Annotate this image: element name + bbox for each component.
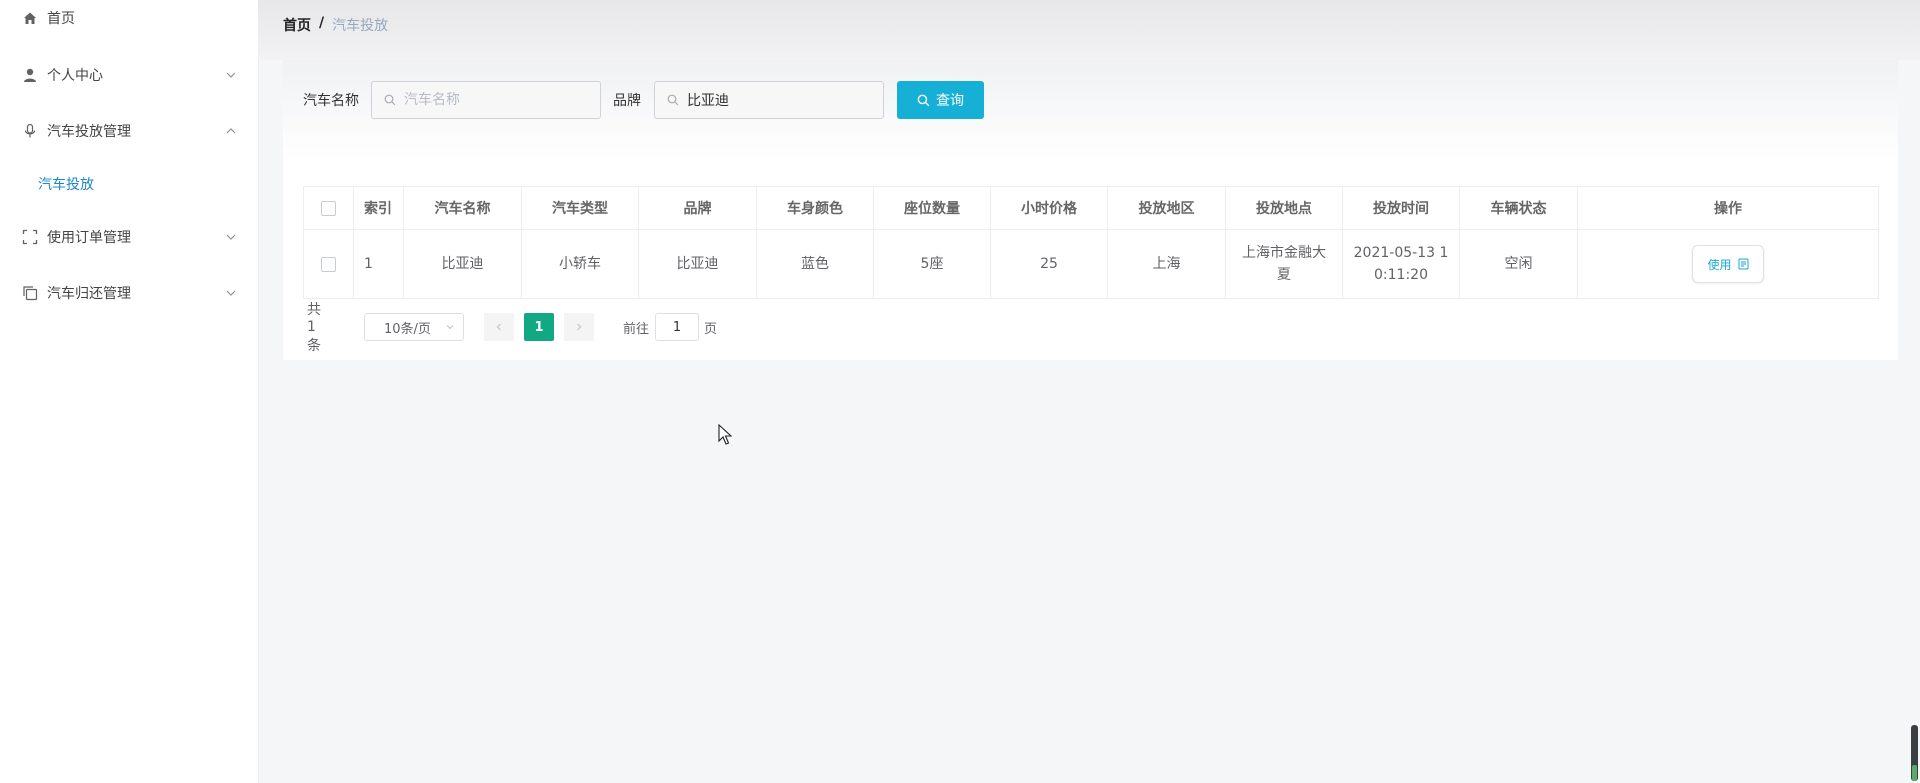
cell-time: 2021-05-13 10:11:20 (1342, 229, 1460, 299)
mouse-cursor-icon (718, 424, 732, 445)
column-header: 小时价格 (990, 186, 1108, 230)
chevron-down-icon (226, 234, 236, 240)
sidebar-subitem-car-release[interactable]: 汽车投放 (38, 174, 94, 194)
column-header: 汽车名称 (403, 186, 522, 230)
document-icon (1738, 258, 1748, 270)
sidebar: 首页 个人中心 汽车投放管理 汽车投放 使用订单管理 汽车归还管理 (0, 0, 259, 783)
cell-color: 蓝色 (756, 229, 874, 299)
use-button-label: 使用 (1707, 257, 1732, 272)
breadcrumb-separator: / (319, 15, 325, 31)
home-icon (22, 10, 38, 26)
page-size-value: 10条/页 (384, 321, 431, 337)
car-release-table: 索引 汽车名称 汽车类型 品牌 车身颜色 座位数量 小时价格 投放地区 投放地点… (303, 186, 1879, 299)
sidebar-item-label: 使用订单管理 (47, 230, 131, 246)
page-suffix-label: 页 (704, 322, 718, 337)
sidebar-item-order-management[interactable]: 使用订单管理 (0, 217, 258, 257)
chevron-down-icon (446, 325, 454, 330)
cell-region: 上海 (1107, 229, 1226, 299)
brand-label: 品牌 (613, 93, 641, 109)
chevron-up-icon (226, 128, 236, 134)
column-header: 车身颜色 (756, 186, 874, 230)
sidebar-item-label: 个人中心 (47, 68, 103, 84)
prev-page-button[interactable] (484, 313, 514, 341)
column-header: 汽车类型 (521, 186, 639, 230)
column-header: 座位数量 (873, 186, 991, 230)
microphone-icon (22, 123, 38, 139)
sidebar-item-label: 汽车归还管理 (47, 286, 131, 302)
cell-car-name: 比亚迪 (403, 229, 522, 299)
use-button[interactable]: 使用 (1692, 245, 1764, 283)
sidebar-item-car-release-management[interactable]: 汽车投放管理 (0, 111, 258, 151)
goto-page-input[interactable] (655, 313, 699, 341)
pagination-total: 共 1 条 (307, 302, 321, 354)
next-page-button[interactable] (564, 313, 594, 341)
table-row: 1 比亚迪 小轿车 比亚迪 蓝色 5座 25 上海 上海市金融大夏 2021-0… (303, 229, 1879, 299)
column-header: 投放时间 (1342, 186, 1460, 230)
table-header-row: 索引 汽车名称 汽车类型 品牌 车身颜色 座位数量 小时价格 投放地区 投放地点… (303, 186, 1879, 230)
cell-actions: 使用 (1577, 229, 1879, 299)
scan-icon (22, 229, 38, 245)
breadcrumb-current: 汽车投放 (332, 18, 389, 34)
cell-status: 空闲 (1459, 229, 1578, 299)
scrollbar-thumb[interactable] (1912, 765, 1917, 781)
sidebar-item-label: 汽车投放管理 (47, 124, 131, 140)
query-button-label: 查询 (936, 92, 964, 108)
row-select-cell (303, 229, 354, 299)
page-size-select[interactable]: 10条/页 (364, 313, 464, 341)
search-icon (917, 94, 930, 106)
search-icon (667, 94, 679, 106)
brand-input[interactable] (685, 91, 879, 109)
row-checkbox[interactable] (321, 256, 336, 272)
cell-seats: 5座 (873, 229, 991, 299)
brand-field (654, 81, 884, 119)
sidebar-item-return-management[interactable]: 汽车归还管理 (0, 273, 258, 313)
sidebar-item-home[interactable]: 首页 (0, 0, 258, 38)
select-all-cell (303, 186, 354, 230)
chevron-left-icon (496, 323, 501, 331)
car-name-field (371, 81, 601, 119)
breadcrumb-home[interactable]: 首页 (283, 15, 311, 35)
chevron-down-icon (226, 72, 236, 78)
column-header: 投放地区 (1107, 186, 1226, 230)
user-icon (22, 67, 38, 83)
copy-icon (22, 285, 38, 301)
sidebar-item-personal-center[interactable]: 个人中心 (0, 55, 258, 95)
cell-price: 25 (990, 229, 1108, 299)
column-header: 索引 (353, 186, 404, 230)
breadcrumb: 首页 / 汽车投放 (283, 15, 388, 35)
page-number-active[interactable]: 1 (524, 313, 554, 341)
sidebar-item-label: 首页 (47, 11, 75, 27)
cell-brand: 比亚迪 (638, 229, 757, 299)
chevron-right-icon (577, 323, 582, 331)
goto-label: 前往 (623, 322, 650, 337)
chevron-down-icon (226, 290, 236, 296)
header (258, 0, 1920, 60)
cell-car-type: 小轿车 (521, 229, 639, 299)
cell-index: 1 (353, 229, 404, 299)
column-header: 操作 (1577, 186, 1879, 230)
column-header: 车辆状态 (1459, 186, 1578, 230)
search-icon (384, 94, 396, 106)
select-all-checkbox[interactable] (321, 200, 336, 216)
column-header: 品牌 (638, 186, 757, 230)
query-button[interactable]: 查询 (897, 81, 984, 119)
car-name-label: 汽车名称 (303, 93, 359, 109)
column-header: 投放地点 (1225, 186, 1343, 230)
cell-location: 上海市金融大夏 (1225, 229, 1343, 299)
car-name-input[interactable] (402, 91, 596, 109)
